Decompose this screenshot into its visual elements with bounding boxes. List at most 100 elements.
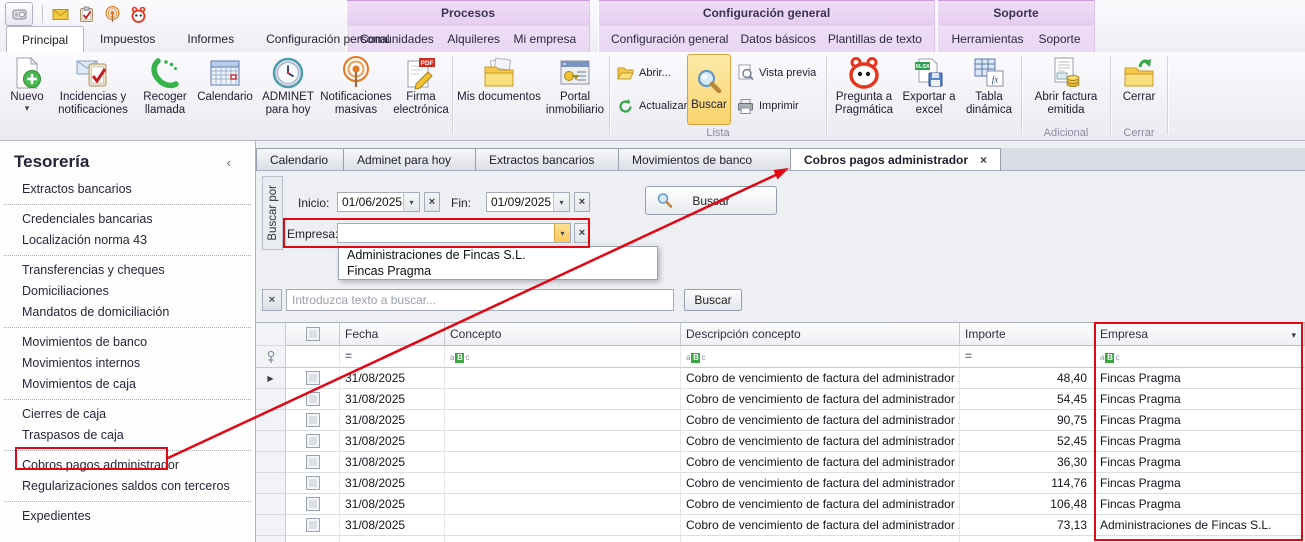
cell-concepto[interactable] bbox=[445, 515, 681, 536]
ribbon-tab-configuracion-personal[interactable]: Configuración personal bbox=[250, 26, 405, 52]
fin-date-field[interactable]: ▾ bbox=[486, 192, 570, 212]
filter-cell-fecha[interactable]: = bbox=[340, 346, 445, 368]
cell-importe[interactable]: 90,75 bbox=[960, 410, 1095, 431]
cell-empresa[interactable]: Fincas Pragma bbox=[1095, 368, 1305, 389]
filter-cell-concepto[interactable]: aBc bbox=[445, 346, 681, 368]
column-header-fecha[interactable]: Fecha bbox=[340, 323, 445, 346]
sidebar-item-cierres-caja[interactable]: Cierres de caja bbox=[0, 404, 255, 425]
incidencias-button[interactable]: Incidencias y notificaciones bbox=[50, 52, 136, 140]
empresa-option-fincas-pragma[interactable]: Fincas Pragma bbox=[339, 263, 657, 279]
cell-importe[interactable]: 73,13 bbox=[960, 515, 1095, 536]
cell-importe[interactable]: 48,40 bbox=[960, 368, 1095, 389]
filter-cell-importe[interactable]: = bbox=[960, 346, 1095, 368]
ribbon-tab-principal[interactable]: Principal bbox=[6, 26, 85, 52]
row-checkbox[interactable] bbox=[286, 431, 340, 452]
cell-importe[interactable]: 54,45 bbox=[960, 389, 1095, 410]
tab-close-icon[interactable]: × bbox=[980, 153, 987, 167]
inicio-date-input[interactable] bbox=[338, 193, 403, 211]
row-checkbox[interactable] bbox=[286, 389, 340, 410]
sidebar-item-domiciliaciones[interactable]: Domiciliaciones bbox=[0, 281, 255, 302]
mis-documentos-button[interactable]: Mis documentos bbox=[455, 52, 543, 140]
cell-concepto[interactable] bbox=[445, 389, 681, 410]
ribbon-tab-impuestos[interactable]: Impuestos bbox=[84, 26, 171, 52]
cell-fecha[interactable]: 31/08/2025 bbox=[340, 515, 445, 536]
cell-concepto[interactable] bbox=[445, 452, 681, 473]
column-header-importe[interactable]: Importe bbox=[960, 323, 1095, 346]
cell-descripcion[interactable]: Cobro de vencimiento de factura del admi… bbox=[681, 494, 960, 515]
cell-empresa[interactable]: Fincas Pragma bbox=[1095, 494, 1305, 515]
empresa-dropdown-caret-icon[interactable]: ▾ bbox=[554, 224, 570, 242]
recoger-llamada-button[interactable]: Recoger llamada bbox=[136, 52, 194, 140]
doc-tab-cobros-pagos-administrador[interactable]: Cobros pagos administrador × bbox=[790, 148, 1002, 170]
sidebar-item-mandatos-domiciliacion[interactable]: Mandatos de domiciliación bbox=[0, 302, 255, 323]
sidebar-item-localizacion-norma-43[interactable]: Localización norma 43 bbox=[0, 230, 255, 251]
firma-electronica-button[interactable]: PDF Firma electrónica bbox=[392, 52, 450, 140]
cell-empresa[interactable]: Fincas Pragma bbox=[1095, 431, 1305, 452]
cell-importe[interactable]: 106,48 bbox=[960, 494, 1095, 515]
inicio-dropdown-caret-icon[interactable]: ▾ bbox=[403, 193, 419, 211]
cell-descripcion[interactable]: Cobro de vencimiento de factura del admi… bbox=[681, 368, 960, 389]
fin-clear-button[interactable]: × bbox=[574, 192, 590, 212]
cell-importe[interactable]: 114,76 bbox=[960, 473, 1095, 494]
cell-fecha[interactable]: 31/08/2025 bbox=[340, 368, 445, 389]
exportar-excel-button[interactable]: XLSX Exportar a excel bbox=[899, 52, 959, 140]
vista-previa-button[interactable]: Vista previa bbox=[734, 62, 822, 84]
ribbon-tab-herramientas[interactable]: Herramientas bbox=[951, 32, 1023, 46]
notificaciones-masivas-button[interactable]: Notificaciones masivas bbox=[320, 52, 392, 140]
cell-descripcion[interactable]: Cobro de vencimiento de factura del admi… bbox=[681, 389, 960, 410]
cell-descripcion[interactable]: Cobro de vencimiento de factura del admi… bbox=[681, 410, 960, 431]
quick-phone-button[interactable] bbox=[5, 2, 33, 26]
fin-date-input[interactable] bbox=[487, 193, 553, 211]
cell-fecha[interactable]: 31/08/2025 bbox=[340, 473, 445, 494]
pregunta-pragmatica-button[interactable]: Pregunta a Pragmática bbox=[829, 52, 899, 140]
cell-fecha[interactable]: 31/08/2025 bbox=[340, 494, 445, 515]
cell-descripcion[interactable]: Cobro de vencimiento de factura del admi… bbox=[681, 473, 960, 494]
broadcast-button[interactable] bbox=[104, 5, 121, 23]
row-checkbox[interactable] bbox=[286, 452, 340, 473]
cell-empresa[interactable]: Fincas Pragma bbox=[1095, 410, 1305, 431]
ribbon-tab-configuracion-general[interactable]: Configuración general bbox=[611, 32, 728, 46]
fin-dropdown-caret-icon[interactable]: ▾ bbox=[553, 193, 569, 211]
empresa-combo-input[interactable] bbox=[338, 224, 554, 242]
inicio-clear-button[interactable]: × bbox=[424, 192, 440, 212]
cell-concepto[interactable] bbox=[445, 368, 681, 389]
sidebar-item-expedientes[interactable]: Expedientes bbox=[0, 506, 255, 527]
cerrar-button[interactable]: Cerrar bbox=[1113, 52, 1165, 127]
calendario-button[interactable]: Calendario bbox=[194, 52, 256, 140]
column-header-empresa[interactable]: Empresa ▾ bbox=[1095, 323, 1305, 346]
row-checkbox[interactable] bbox=[286, 410, 340, 431]
tabla-dinamica-button[interactable]: fx Tabla dinámica bbox=[959, 52, 1019, 140]
find-clear-button[interactable]: × bbox=[262, 289, 282, 311]
cell-concepto[interactable] bbox=[445, 473, 681, 494]
cell-descripcion[interactable]: Cobro de vencimiento de factura del admi… bbox=[681, 452, 960, 473]
cell-fecha[interactable]: 31/08/2025 bbox=[340, 410, 445, 431]
row-checkbox[interactable] bbox=[286, 368, 340, 389]
sidebar-item-extractos-bancarios[interactable]: Extractos bancarios bbox=[0, 179, 255, 200]
abrir-factura-button[interactable]: Abrir factura emitida bbox=[1024, 52, 1108, 127]
buscar-ribbon-button[interactable]: Buscar bbox=[687, 54, 731, 125]
ribbon-tab-datos-basicos[interactable]: Datos básicos bbox=[740, 32, 815, 46]
sidebar-item-traspasos-caja[interactable]: Traspasos de caja bbox=[0, 425, 255, 446]
filter-cell-empresa[interactable]: aBc bbox=[1095, 346, 1305, 368]
filter-cell-descripcion[interactable]: aBc bbox=[681, 346, 960, 368]
cell-importe[interactable]: 52,45 bbox=[960, 431, 1095, 452]
sidebar-item-movimientos-banco[interactable]: Movimientos de banco bbox=[0, 332, 255, 353]
column-filter-caret-icon[interactable]: ▾ bbox=[1291, 330, 1296, 341]
find-buscar-button[interactable]: Buscar bbox=[684, 289, 742, 311]
mail-button[interactable] bbox=[52, 6, 69, 23]
tasks-button[interactable] bbox=[78, 6, 95, 23]
ribbon-tab-informes[interactable]: Informes bbox=[171, 26, 250, 52]
cell-empresa[interactable]: Fincas Pragma bbox=[1095, 473, 1305, 494]
sidebar-item-movimientos-caja[interactable]: Movimientos de caja bbox=[0, 374, 255, 395]
column-header-descripcion[interactable]: Descripción concepto bbox=[681, 323, 960, 346]
pragmatica-button[interactable] bbox=[130, 6, 147, 23]
find-text-input[interactable] bbox=[286, 289, 674, 311]
doc-tab-movimientos-banco[interactable]: Movimientos de banco bbox=[618, 148, 791, 170]
header-select-all-checkbox[interactable] bbox=[286, 323, 340, 346]
cell-empresa[interactable]: Administraciones de Fincas S.L. bbox=[1095, 515, 1305, 536]
ribbon-tab-mi-empresa[interactable]: Mi empresa bbox=[514, 32, 577, 46]
ribbon-tab-alquileres[interactable]: Alquileres bbox=[447, 32, 500, 46]
inicio-date-field[interactable]: ▾ bbox=[337, 192, 420, 212]
cell-fecha[interactable]: 31/08/2025 bbox=[340, 452, 445, 473]
ribbon-tab-soporte[interactable]: Soporte bbox=[1038, 32, 1080, 46]
